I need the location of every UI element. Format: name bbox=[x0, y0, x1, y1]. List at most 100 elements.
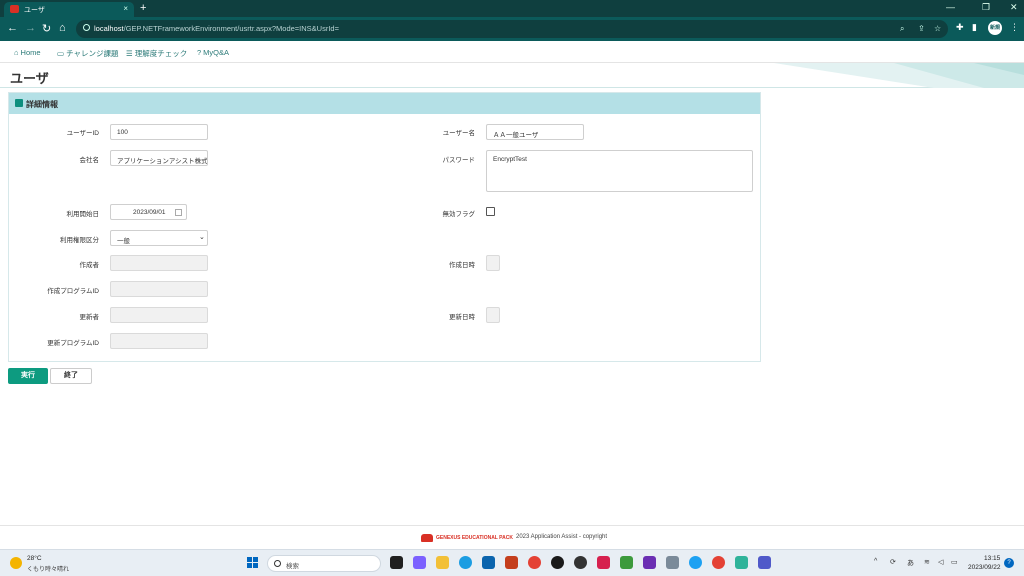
panel-title-icon bbox=[15, 99, 23, 107]
home-icon[interactable]: ⌂ bbox=[59, 22, 66, 34]
skype-icon[interactable] bbox=[689, 556, 702, 569]
reload-icon[interactable]: ↻ bbox=[42, 22, 51, 35]
site-favicon-icon bbox=[10, 5, 19, 13]
keyboard-icon: ▭ bbox=[57, 49, 65, 58]
file-explorer-icon[interactable] bbox=[436, 556, 449, 569]
permission-label: 利用権限区分 bbox=[60, 237, 99, 244]
nav-qa[interactable]: ? MyQ&A bbox=[197, 48, 229, 57]
back-icon[interactable]: ← bbox=[7, 22, 18, 34]
run-button[interactable]: 実行 bbox=[8, 368, 48, 384]
user-id-label: ユーザーID bbox=[66, 130, 99, 137]
close-window-icon[interactable]: ✕ bbox=[1010, 2, 1018, 13]
wifi-icon[interactable]: ≋ bbox=[924, 558, 930, 566]
updater-program-input bbox=[110, 333, 208, 349]
page-footer: GENEXUS EDUCATIONAL PACK 2023 Applicatio… bbox=[0, 525, 1024, 549]
forward-icon[interactable]: → bbox=[25, 22, 36, 34]
nav-home[interactable]: ⌂ Home bbox=[14, 48, 41, 57]
user-name-input[interactable]: ＡＡ一般ユーザ bbox=[486, 124, 584, 140]
page-title: ユーザ bbox=[10, 71, 49, 86]
end-button[interactable]: 終了 bbox=[50, 368, 92, 384]
taskbar-search-placeholder: 検索 bbox=[286, 563, 299, 570]
clock-date[interactable]: 2023/09/22 bbox=[968, 564, 1001, 571]
start-date-label: 利用開始日 bbox=[66, 211, 100, 218]
genexus-logo-icon bbox=[421, 534, 433, 542]
share-icon[interactable]: ⇪ bbox=[918, 24, 925, 33]
panel-title: 詳細情報 bbox=[26, 100, 58, 109]
task-view-icon[interactable] bbox=[390, 556, 403, 569]
green-app-icon[interactable] bbox=[620, 556, 633, 569]
purple-app-icon[interactable] bbox=[643, 556, 656, 569]
header-decoration bbox=[774, 63, 1024, 88]
updated-at-label: 更新日時 bbox=[449, 314, 475, 321]
minimize-icon[interactable]: — bbox=[946, 2, 955, 12]
clock-time[interactable]: 13:15 bbox=[984, 555, 1000, 562]
detail-panel: 詳細情報 ユーザーID 100 会社名 アプリケーションアシスト株式会社 利用開… bbox=[8, 92, 761, 362]
creator-program-label: 作成プログラムID bbox=[47, 288, 99, 295]
weather-sun-icon[interactable] bbox=[10, 557, 22, 569]
company-label: 会社名 bbox=[79, 157, 100, 164]
weather-desc: くもり時々晴れ bbox=[27, 567, 70, 573]
site-info-icon[interactable] bbox=[83, 24, 90, 31]
edge-icon[interactable] bbox=[459, 556, 472, 569]
browser-menu-icon[interactable]: ⋮ bbox=[1010, 22, 1019, 33]
permission-select[interactable]: 一般 bbox=[110, 230, 208, 246]
panel-header: 詳細情報 bbox=[9, 93, 760, 114]
created-at-input bbox=[486, 255, 500, 271]
help-icon[interactable]: ? bbox=[1004, 558, 1014, 568]
windows-start-icon[interactable] bbox=[247, 557, 259, 569]
updater-program-label: 更新プログラムID bbox=[47, 340, 99, 347]
browser-tab[interactable]: ユーザ × bbox=[4, 2, 134, 17]
created-at-label: 作成日時 bbox=[449, 262, 475, 269]
nav-check[interactable]: ☰ 理解度チェック bbox=[126, 48, 187, 59]
tab-title: ユーザ bbox=[24, 7, 45, 14]
chrome-active-icon[interactable] bbox=[712, 556, 725, 569]
calendar-icon[interactable] bbox=[175, 209, 182, 216]
nav-challenge-label: チャレンジ課題 bbox=[66, 49, 119, 58]
footer-brand: GENEXUS EDUCATIONAL PACK bbox=[436, 535, 513, 541]
user-id-input[interactable]: 100 bbox=[110, 124, 208, 140]
extensions-icon[interactable]: ✚ bbox=[956, 22, 964, 33]
photos-icon[interactable] bbox=[666, 556, 679, 569]
chrome-icon[interactable] bbox=[528, 556, 541, 569]
creator-program-input bbox=[110, 281, 208, 297]
ime-indicator[interactable]: あ bbox=[907, 558, 914, 568]
restore-icon[interactable]: ❐ bbox=[982, 2, 990, 13]
browser-tabbar: ユーザ × + — ❐ ✕ bbox=[0, 0, 1024, 17]
teams-icon[interactable] bbox=[758, 556, 771, 569]
windows-taskbar: 28°C くもり時々晴れ 検索 ^ ⟳ あ ≋ ◁ ▭ 13:15 2023/0… bbox=[0, 549, 1024, 576]
chat-icon[interactable] bbox=[413, 556, 426, 569]
genexus-red-icon[interactable] bbox=[597, 556, 610, 569]
nav-check-label: 理解度チェック bbox=[134, 49, 188, 58]
zoom-icon[interactable]: ⌕ bbox=[900, 24, 904, 34]
taskbar-search[interactable]: 検索 bbox=[267, 555, 381, 572]
bookmark-star-icon[interactable]: ☆ bbox=[934, 24, 941, 33]
volume-icon[interactable]: ◁ bbox=[938, 558, 943, 566]
company-input[interactable]: アプリケーションアシスト株式会社 bbox=[110, 150, 208, 166]
question-icon: ? bbox=[197, 48, 202, 57]
genexus-icon[interactable] bbox=[551, 556, 564, 569]
genexus-alt-icon[interactable] bbox=[574, 556, 587, 569]
disabled-flag-checkbox[interactable] bbox=[486, 207, 495, 216]
url-path: /GEP.NETFrameworkEnvironment/usrtr.aspx?… bbox=[123, 24, 339, 33]
notepad-icon[interactable] bbox=[735, 556, 748, 569]
outlook-icon[interactable] bbox=[482, 556, 495, 569]
password-label: パスワード bbox=[442, 157, 476, 164]
creator-label: 作成者 bbox=[79, 262, 100, 269]
sync-icon[interactable]: ⟳ bbox=[890, 558, 896, 566]
creator-input bbox=[110, 255, 208, 271]
side-panel-icon[interactable]: ▮ bbox=[972, 22, 977, 33]
profile-avatar[interactable]: 新規 bbox=[988, 21, 1002, 35]
tab-close-icon[interactable]: × bbox=[123, 4, 128, 13]
powerpoint-icon[interactable] bbox=[505, 556, 518, 569]
address-bar[interactable]: localhost/GEP.NETFrameworkEnvironment/us… bbox=[76, 20, 948, 38]
chevron-up-icon[interactable]: ^ bbox=[874, 558, 877, 565]
updated-at-input bbox=[486, 307, 500, 323]
new-tab-button[interactable]: + bbox=[140, 2, 146, 14]
updater-input bbox=[110, 307, 208, 323]
nav-qa-label: MyQ&A bbox=[203, 48, 230, 57]
nav-challenge[interactable]: ▭ チャレンジ課題 bbox=[57, 48, 119, 59]
battery-icon[interactable]: ▭ bbox=[951, 558, 958, 566]
password-textarea[interactable]: EncryptTest bbox=[486, 150, 753, 192]
url-host: localhost bbox=[94, 24, 124, 33]
user-name-label: ユーザー名 bbox=[442, 130, 475, 137]
